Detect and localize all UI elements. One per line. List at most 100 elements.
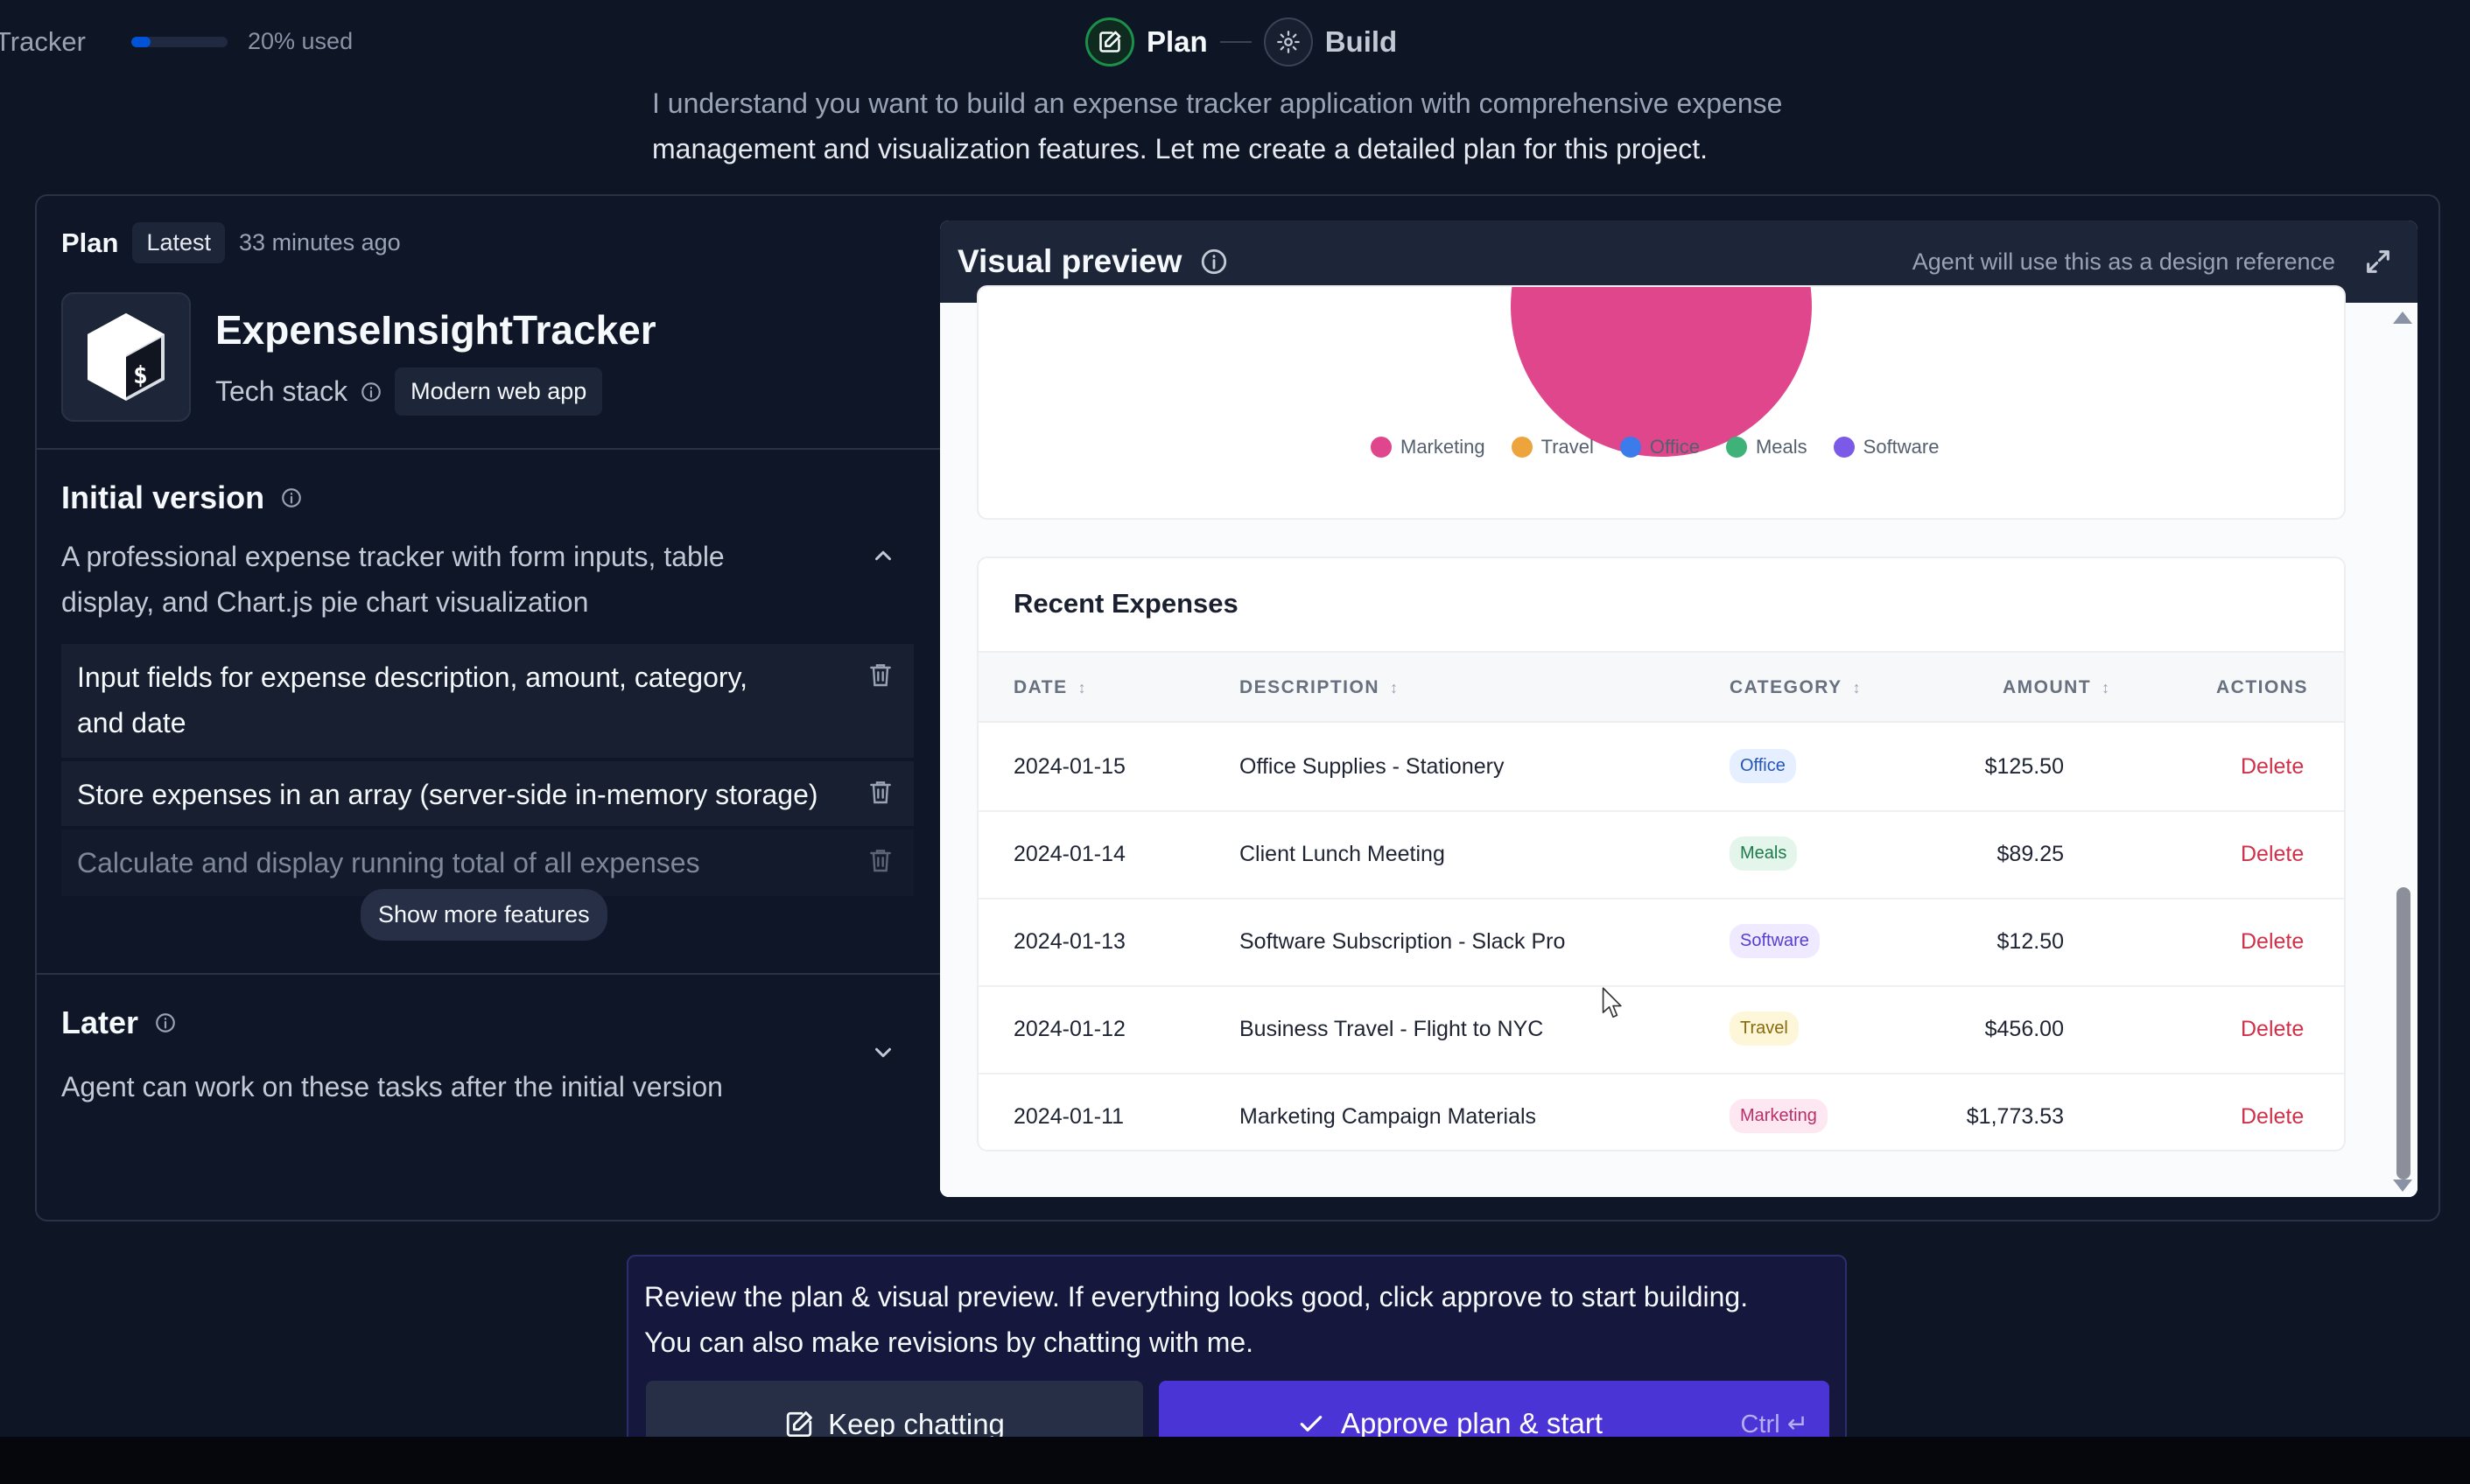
scroll-down-arrow[interactable] <box>2393 1180 2412 1192</box>
edit-icon <box>786 1411 812 1438</box>
info-icon[interactable] <box>360 381 382 403</box>
header-label: CATEGORY <box>1730 677 1842 697</box>
approval-prompt-text: Review the plan & visual preview. If eve… <box>644 1274 1835 1365</box>
divider <box>37 973 942 975</box>
table-row: 2024-01-12 Business Travel - Flight to N… <box>979 987 2344 1074</box>
app-name[interactable]: Tracker <box>0 26 86 58</box>
category-badge: Travel <box>1730 1012 1799 1046</box>
table-row: 2024-01-13 Software Subscription - Slack… <box>979 900 2344 987</box>
chevron-up-icon[interactable] <box>870 542 896 569</box>
gear-icon <box>1263 18 1313 66</box>
recent-expenses-title: Recent Expenses <box>1014 588 1239 619</box>
cell-date: 2024-01-15 <box>1014 754 1126 779</box>
cell-date: 2024-01-13 <box>1014 929 1126 954</box>
legend-item[interactable]: Marketing <box>1371 436 1485 458</box>
plan-step-icon <box>1085 18 1134 66</box>
info-icon[interactable] <box>154 1012 177 1034</box>
legend-label: Office <box>1649 436 1700 458</box>
show-more-features-button[interactable]: Show more features <box>361 889 607 941</box>
plan-timestamp: 33 minutes ago <box>239 229 401 256</box>
sort-icon: ↕ <box>2102 678 2111 696</box>
tech-stack-label: Tech stack <box>215 375 348 407</box>
plan-build-steps: Plan Build <box>1085 18 1397 66</box>
table-header: DATE ↕ DESCRIPTION ↕ CATEGORY ↕ AMOUNT ↕ ACT… <box>979 651 2344 723</box>
legend-item[interactable]: Meals <box>1725 436 1807 458</box>
legend-label: Travel <box>1540 436 1594 458</box>
agent-intro-message: I understand you want to build an expens… <box>652 80 1877 172</box>
cell-date: 2024-01-12 <box>1014 1017 1126 1041</box>
column-header-category[interactable]: CATEGORY ↕ <box>1730 677 1862 698</box>
cell-amount: $12.50 <box>1996 929 2064 954</box>
plan-card: Plan Latest 33 minutes ago $ ExpenseInsi… <box>35 194 2440 1222</box>
intro-line-2: management and visualization features. L… <box>652 133 1709 164</box>
expand-icon[interactable] <box>2363 247 2393 276</box>
sort-icon: ↕ <box>1077 678 1088 696</box>
delete-button[interactable]: Delete <box>2241 754 2304 780</box>
delete-button[interactable]: Delete <box>2241 1017 2304 1042</box>
build-step-label[interactable]: Build <box>1325 25 1397 59</box>
info-icon[interactable] <box>1199 247 1229 276</box>
top-bar: Tracker 20% used Plan Build <box>0 0 2470 88</box>
column-header-actions: ACTIONS <box>2216 677 2308 698</box>
feature-text: and date <box>77 707 186 738</box>
feature-item[interactable]: Calculate and display running total of a… <box>61 830 914 896</box>
delete-button[interactable]: Delete <box>2241 842 2304 867</box>
feature-item[interactable]: Input fields for expense description, am… <box>61 644 914 758</box>
tech-stack-badge: Modern web app <box>395 368 603 416</box>
column-header-date[interactable]: DATE ↕ <box>1014 677 1087 698</box>
plan-step-label[interactable]: Plan <box>1147 25 1208 59</box>
info-icon[interactable] <box>280 486 303 509</box>
trash-icon[interactable] <box>867 845 895 875</box>
trash-icon[interactable] <box>867 660 895 690</box>
cell-amount: $456.00 <box>1984 1017 2064 1041</box>
project-name: ExpenseInsightTracker <box>215 307 656 353</box>
plan-title: Plan <box>61 227 119 258</box>
legend-item[interactable]: Software <box>1833 436 1940 458</box>
category-badge: Marketing <box>1730 1099 1828 1133</box>
legend-label: Software <box>1863 436 1940 458</box>
recent-expenses-card: Recent Expenses DATE ↕ DESCRIPTION ↕ CATEG… <box>977 556 2346 1152</box>
tech-stack-row: Tech stack Modern web app <box>215 368 603 416</box>
table-row: 2024-01-14 Client Lunch Meeting Meals $8… <box>979 812 2344 900</box>
check-icon <box>1300 1416 1323 1432</box>
legend-dot <box>1371 437 1392 458</box>
step-separator <box>1219 41 1252 43</box>
header-label: DATE <box>1014 677 1068 697</box>
cube-terminal-icon: $ <box>88 313 165 401</box>
delete-button[interactable]: Delete <box>2241 1104 2304 1130</box>
trash-icon[interactable] <box>867 777 895 807</box>
scroll-up-arrow[interactable] <box>2393 312 2412 324</box>
pie-chart-card: Marketing Travel Office Meals Software <box>977 285 2346 520</box>
chevron-down-icon[interactable] <box>870 1040 896 1066</box>
approve-button-content: Approve plan & start <box>1297 1407 1603 1440</box>
chart-legend: Marketing Travel Office Meals Software <box>1371 436 1939 458</box>
header-label: AMOUNT <box>2003 677 2092 697</box>
scrollbar-thumb[interactable] <box>2396 887 2410 1180</box>
plan-panel: Plan Latest 33 minutes ago $ ExpenseInsi… <box>37 196 942 1220</box>
table-row: 2024-01-11 Marketing Campaign Materials … <box>979 1074 2344 1150</box>
column-header-amount[interactable]: AMOUNT ↕ <box>2003 677 2111 698</box>
later-title: Later <box>61 1004 177 1041</box>
approve-plan-label: Approve plan & start <box>1341 1407 1603 1439</box>
header-label: ACTIONS <box>2216 677 2308 697</box>
cell-description: Office Supplies - Stationery <box>1239 754 1505 779</box>
category-badge: Meals <box>1730 836 1798 871</box>
delete-button[interactable]: Delete <box>2241 929 2304 955</box>
cell-date: 2024-01-11 <box>1014 1104 1125 1129</box>
later-label: Later <box>61 1004 139 1040</box>
feature-item[interactable]: Store expenses in an array (server-side … <box>61 761 914 826</box>
column-header-description[interactable]: DESCRIPTION ↕ <box>1239 677 1400 698</box>
legend-label: Marketing <box>1400 436 1485 458</box>
cell-amount: $89.25 <box>1996 842 2064 866</box>
feature-text: Calculate and display running total of a… <box>77 847 700 878</box>
keyboard-shortcut: Ctrl ↵ <box>1740 1410 1808 1438</box>
feature-text: Input fields for expense description, am… <box>77 662 748 693</box>
legend-item[interactable]: Office <box>1619 436 1700 458</box>
legend-item[interactable]: Travel <box>1511 436 1594 458</box>
prompt-line-2: You can also make revisions by chatting … <box>644 1326 1254 1358</box>
category-badge: Office <box>1730 749 1796 783</box>
legend-dot <box>1619 437 1641 458</box>
cell-description: Business Travel - Flight to NYC <box>1239 1017 1544 1041</box>
cell-description: Marketing Campaign Materials <box>1239 1104 1537 1129</box>
feature-text: Store expenses in an array (server-side … <box>77 779 818 810</box>
